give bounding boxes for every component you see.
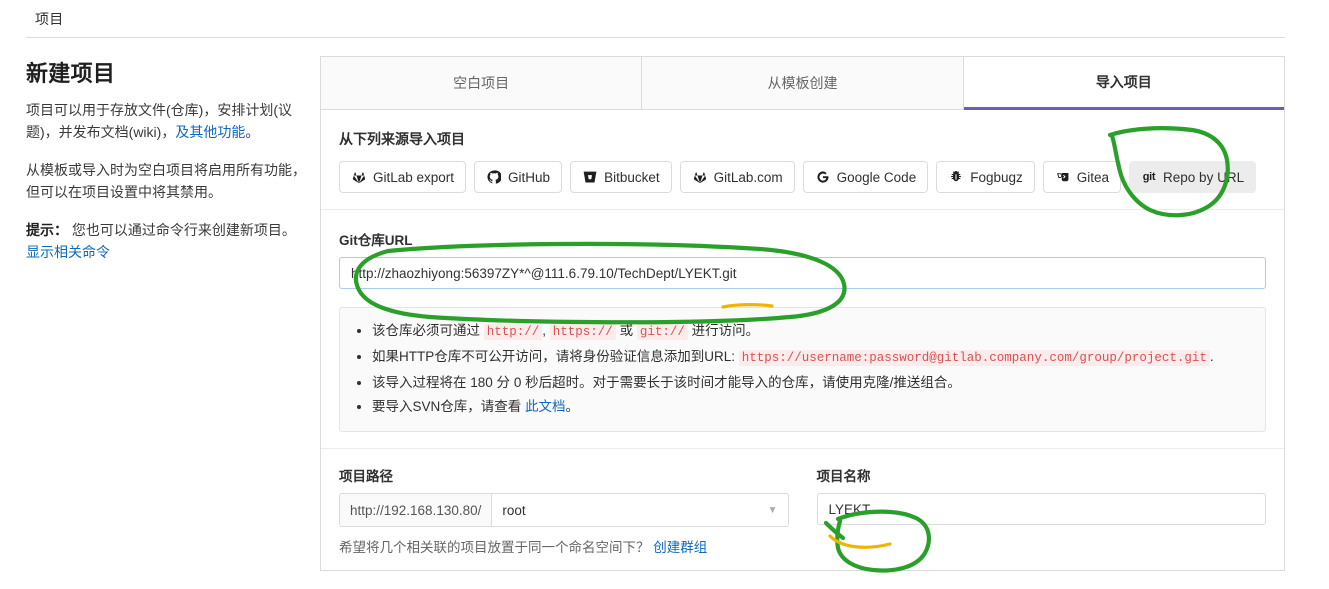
tab-blank-project[interactable]: 空白项目 xyxy=(321,57,643,109)
import-source-gitlab-com[interactable]: GitLab.com xyxy=(679,161,795,193)
project-path-host-addon: http://192.168.130.80/ xyxy=(340,494,493,526)
page-title: 新建项目 xyxy=(26,61,116,86)
new-project-card: 空白项目 从模板创建 导入项目 从下列来源导入项目 GitLab export … xyxy=(320,56,1285,571)
note-auth: 如果HTTP仓库不可公开访问，请将身份验证信息添加到URL: https://u… xyxy=(372,345,1251,370)
note-code-https: https:// xyxy=(549,324,616,340)
project-namespace-select[interactable]: root ▼ xyxy=(492,494,788,526)
import-source-google-code[interactable]: Google Code xyxy=(802,161,929,193)
chevron-down-icon: ▼ xyxy=(767,504,778,516)
github-icon xyxy=(486,169,502,185)
import-source-gitea-label: Gitea xyxy=(1076,169,1110,185)
note-auth-b: . xyxy=(1209,349,1214,364)
import-source-repo-by-url[interactable]: git Repo by URL xyxy=(1129,161,1257,193)
gitlab-fox-icon xyxy=(351,169,367,185)
note-protocols-sep1: , xyxy=(542,323,550,338)
note-timeout-a: 该导入过程将在 xyxy=(372,375,471,390)
intro-hint: 提示： 您也可以通过命令行来创建新项目。 显示相关命令 xyxy=(26,219,310,263)
gitlab-fox-icon xyxy=(692,169,708,185)
tab-import-project[interactable]: 导入项目 xyxy=(963,57,1284,110)
breadcrumb-divider xyxy=(26,37,1285,38)
project-path-input-group: http://192.168.130.80/ root ▼ xyxy=(339,493,789,527)
project-creation-tabs: 空白项目 从模板创建 导入项目 xyxy=(321,57,1284,110)
git-icon: git xyxy=(1142,171,1156,183)
note-svn-b: 。 xyxy=(565,399,580,414)
hint-label: 提示： xyxy=(26,222,68,238)
intro-paragraph-2: 从模板或导入时为空白项目将启用所有功能，但可以在项目设置中将其禁用。 xyxy=(26,162,306,200)
note-protocols-b: 进行访问。 xyxy=(687,323,760,338)
breadcrumb: 项目 xyxy=(0,0,1329,37)
note-protocols-a: 该仓库必须可通过 xyxy=(372,323,484,338)
note-protocols-sep2: 或 xyxy=(615,323,637,338)
google-icon xyxy=(815,169,831,185)
project-namespace-value: root xyxy=(502,502,526,518)
tab-create-from-template-label: 从模板创建 xyxy=(767,75,838,91)
note-timeout-b: 秒后超时。对于需要长于该时间才能导入的仓库，请使用克隆/推送组合。 xyxy=(521,375,961,390)
import-source-bitbucket[interactable]: Bitbucket xyxy=(570,161,672,193)
note-timeout-unit-min: 分 xyxy=(492,375,514,390)
import-source-gitlab-com-label: GitLab.com xyxy=(713,169,783,185)
project-path-group: 项目路径 http://192.168.130.80/ root ▼ 希望将几个… xyxy=(339,465,789,556)
note-svn-a: 要导入SVN仓库，请查看 xyxy=(372,399,526,414)
note-code-git: git:// xyxy=(636,324,688,340)
note-svn: 要导入SVN仓库，请查看 此文档。 xyxy=(372,395,1251,418)
bitbucket-icon xyxy=(582,169,598,185)
import-source-gitlab-export-label: GitLab export xyxy=(373,169,455,185)
show-commands-link[interactable]: 显示相关命令 xyxy=(26,244,110,260)
import-sources-title: 从下列来源导入项目 xyxy=(339,131,465,147)
project-path-label: 项目路径 xyxy=(339,469,393,484)
note-timeout: 该导入过程将在 180 分 0 秒后超时。对于需要长于该时间才能导入的仓库，请使… xyxy=(372,371,1251,394)
intro-paragraph-1-tail: 。 xyxy=(245,124,260,140)
intro-panel: 新建项目 项目可以用于存放文件(仓库)，安排计划(议题)，并发布文档(wiki)… xyxy=(0,56,320,571)
import-source-gitea[interactable]: Gitea xyxy=(1042,161,1122,193)
import-source-bitbucket-label: Bitbucket xyxy=(604,169,660,185)
git-url-notes-list: 该仓库必须可通过 http://, https:// 或 git:// 进行访问… xyxy=(354,319,1251,418)
tab-blank-project-label: 空白项目 xyxy=(453,75,510,91)
svn-doc-link[interactable]: 此文档 xyxy=(525,399,566,414)
import-source-github[interactable]: GitHub xyxy=(474,161,563,193)
note-code-http: http:// xyxy=(483,324,543,340)
tab-import-project-label: 导入项目 xyxy=(1095,74,1152,90)
git-url-input[interactable] xyxy=(339,257,1266,289)
import-sources-section: 从下列来源导入项目 GitLab export GitHub Bitbucket… xyxy=(321,110,1284,210)
create-group-link[interactable]: 创建群组 xyxy=(653,540,707,555)
git-url-label: Git仓库URL xyxy=(339,233,413,248)
import-source-google-code-label: Google Code xyxy=(836,169,917,185)
project-path-helper-text: 希望将几个相关联的项目放置于同一个命名空间下？ xyxy=(339,540,650,555)
other-features-link[interactable]: 及其他功能 xyxy=(175,124,245,140)
git-url-notes-box: 该仓库必须可通过 http://, https:// 或 git:// 进行访问… xyxy=(339,307,1266,432)
gitea-icon xyxy=(1055,169,1071,185)
import-source-gitlab-export[interactable]: GitLab export xyxy=(339,161,467,193)
tab-create-from-template[interactable]: 从模板创建 xyxy=(642,57,964,109)
project-path-helper: 希望将几个相关联的项目放置于同一个命名空间下？ 创建群组 xyxy=(339,536,789,556)
import-source-github-label: GitHub xyxy=(508,169,551,185)
git-url-section: Git仓库URL 该仓库必须可通过 http://, https:// 或 gi… xyxy=(321,210,1284,449)
import-sources-list: GitLab export GitHub Bitbucket GitLab.co… xyxy=(339,161,1266,193)
note-protocols: 该仓库必须可通过 http://, https:// 或 git:// 进行访问… xyxy=(372,319,1251,344)
import-source-fogbugz-label: Fogbugz xyxy=(970,169,1023,185)
breadcrumb-item-projects[interactable]: 项目 xyxy=(35,9,63,29)
project-name-label: 项目名称 xyxy=(816,469,871,484)
intro-paragraph-1: 项目可以用于存放文件(仓库)，安排计划(议题)，并发布文档(wiki)，及其他功… xyxy=(26,99,310,143)
project-name-group: 项目名称 xyxy=(816,465,1266,556)
import-source-repo-by-url-label: Repo by URL xyxy=(1163,169,1245,185)
new-project-card-wrapper: 空白项目 从模板创建 导入项目 从下列来源导入项目 GitLab export … xyxy=(320,56,1329,571)
page-body: 新建项目 项目可以用于存放文件(仓库)，安排计划(议题)，并发布文档(wiki)… xyxy=(0,37,1329,571)
note-auth-a: 如果HTTP仓库不可公开访问，请将身份验证信息添加到URL: xyxy=(372,349,739,364)
note-timeout-minutes: 180 xyxy=(470,375,493,390)
project-path-name-row: 项目路径 http://192.168.130.80/ root ▼ 希望将几个… xyxy=(321,449,1284,570)
note-code-auth-url: https://username:password@gitlab.company… xyxy=(738,350,1210,366)
fogbugz-bug-icon xyxy=(948,169,964,185)
card-body: 从下列来源导入项目 GitLab export GitHub Bitbucket… xyxy=(321,110,1284,570)
hint-text: 您也可以通过命令行来创建新项目。 xyxy=(71,222,296,238)
project-name-input[interactable] xyxy=(816,493,1266,525)
import-source-fogbugz[interactable]: Fogbugz xyxy=(936,161,1035,193)
